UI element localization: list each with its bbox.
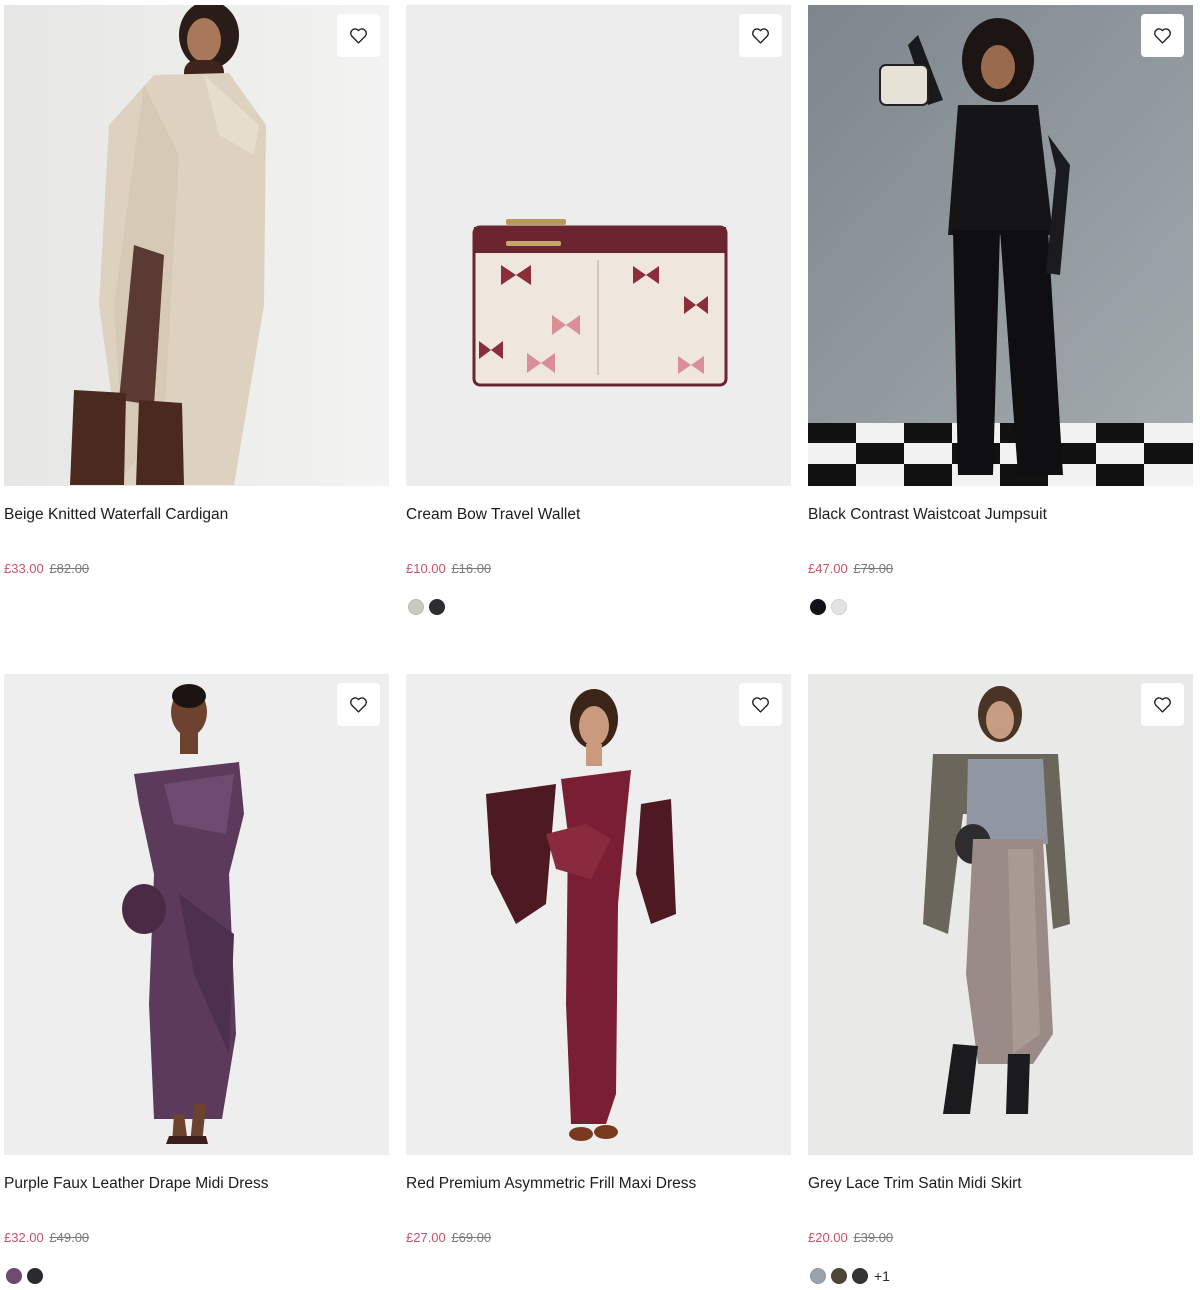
colour-swatch-black[interactable]: [429, 599, 445, 615]
product-title[interactable]: Red Premium Asymmetric Frill Maxi Dress: [406, 1174, 696, 1194]
product-price: £47.00 £79.00: [808, 561, 893, 577]
heart-outline-icon: [752, 28, 769, 44]
product-price: £27.00 £69.00: [406, 1230, 491, 1246]
colour-swatch-cream[interactable]: [408, 599, 424, 615]
original-price: £69.00: [451, 1230, 492, 1245]
colour-swatch-grey[interactable]: [810, 1268, 826, 1284]
wishlist-button[interactable]: [337, 14, 380, 57]
colour-swatch-purple[interactable]: [6, 1268, 22, 1284]
colour-swatch-khaki[interactable]: [831, 1268, 847, 1284]
product-photo-satin-skirt: [808, 674, 1193, 1155]
wishlist-button[interactable]: [1141, 683, 1184, 726]
original-price: £79.00: [853, 561, 894, 576]
wishlist-button[interactable]: [739, 683, 782, 726]
sale-price: £10.00: [406, 561, 446, 576]
sale-price: £32.00: [4, 1230, 44, 1245]
product-title[interactable]: Beige Knitted Waterfall Cardigan: [4, 505, 228, 525]
wishlist-button[interactable]: [337, 683, 380, 726]
product-card[interactable]: Cream Bow Travel Wallet £10.00 £16.00: [406, 5, 791, 615]
product-photo-red-dress: [406, 674, 791, 1155]
product-image[interactable]: [4, 674, 389, 1155]
colour-swatches: +1: [810, 1268, 890, 1284]
heart-outline-icon: [752, 697, 769, 713]
more-colours-link[interactable]: +1: [874, 1268, 890, 1284]
product-photo-purple-dress: [4, 674, 389, 1155]
product-photo-wallet: [406, 5, 791, 486]
product-image[interactable]: [406, 674, 791, 1155]
product-card[interactable]: Red Premium Asymmetric Frill Maxi Dress …: [406, 674, 791, 1245]
colour-swatches: [810, 599, 847, 615]
product-price: £20.00 £39.00: [808, 1230, 893, 1246]
product-photo-cardigan: [4, 5, 389, 486]
colour-swatch-white[interactable]: [831, 599, 847, 615]
product-photo-jumpsuit: [808, 5, 1193, 486]
product-card[interactable]: Grey Lace Trim Satin Midi Skirt £20.00 £…: [808, 674, 1193, 1284]
colour-swatch-black[interactable]: [810, 599, 826, 615]
original-price: £39.00: [853, 1230, 894, 1245]
colour-swatch-black[interactable]: [27, 1268, 43, 1284]
colour-swatches: [408, 599, 445, 615]
product-image[interactable]: [406, 5, 791, 486]
heart-outline-icon: [350, 697, 367, 713]
product-card[interactable]: Beige Knitted Waterfall Cardigan £33.00 …: [4, 5, 389, 576]
product-image[interactable]: [4, 5, 389, 486]
original-price: £49.00: [49, 1230, 90, 1245]
sale-price: £33.00: [4, 561, 44, 576]
original-price: £16.00: [451, 561, 492, 576]
product-price: £33.00 £82.00: [4, 561, 89, 577]
product-title[interactable]: Grey Lace Trim Satin Midi Skirt: [808, 1174, 1022, 1194]
product-title[interactable]: Cream Bow Travel Wallet: [406, 505, 580, 525]
product-image[interactable]: [808, 5, 1193, 486]
product-title[interactable]: Black Contrast Waistcoat Jumpsuit: [808, 505, 1047, 525]
sale-price: £27.00: [406, 1230, 446, 1245]
original-price: £82.00: [49, 561, 90, 576]
heart-outline-icon: [1154, 697, 1171, 713]
product-title[interactable]: Purple Faux Leather Drape Midi Dress: [4, 1174, 268, 1194]
sale-price: £47.00: [808, 561, 848, 576]
product-card[interactable]: Black Contrast Waistcoat Jumpsuit £47.00…: [808, 5, 1193, 615]
colour-swatch-black[interactable]: [852, 1268, 868, 1284]
product-price: £10.00 £16.00: [406, 561, 491, 577]
colour-swatches: [6, 1268, 43, 1284]
product-price: £32.00 £49.00: [4, 1230, 89, 1246]
product-card[interactable]: Purple Faux Leather Drape Midi Dress £32…: [4, 674, 389, 1284]
wishlist-button[interactable]: [1141, 14, 1184, 57]
heart-outline-icon: [1154, 28, 1171, 44]
sale-price: £20.00: [808, 1230, 848, 1245]
heart-outline-icon: [350, 28, 367, 44]
product-image[interactable]: [808, 674, 1193, 1155]
wishlist-button[interactable]: [739, 14, 782, 57]
